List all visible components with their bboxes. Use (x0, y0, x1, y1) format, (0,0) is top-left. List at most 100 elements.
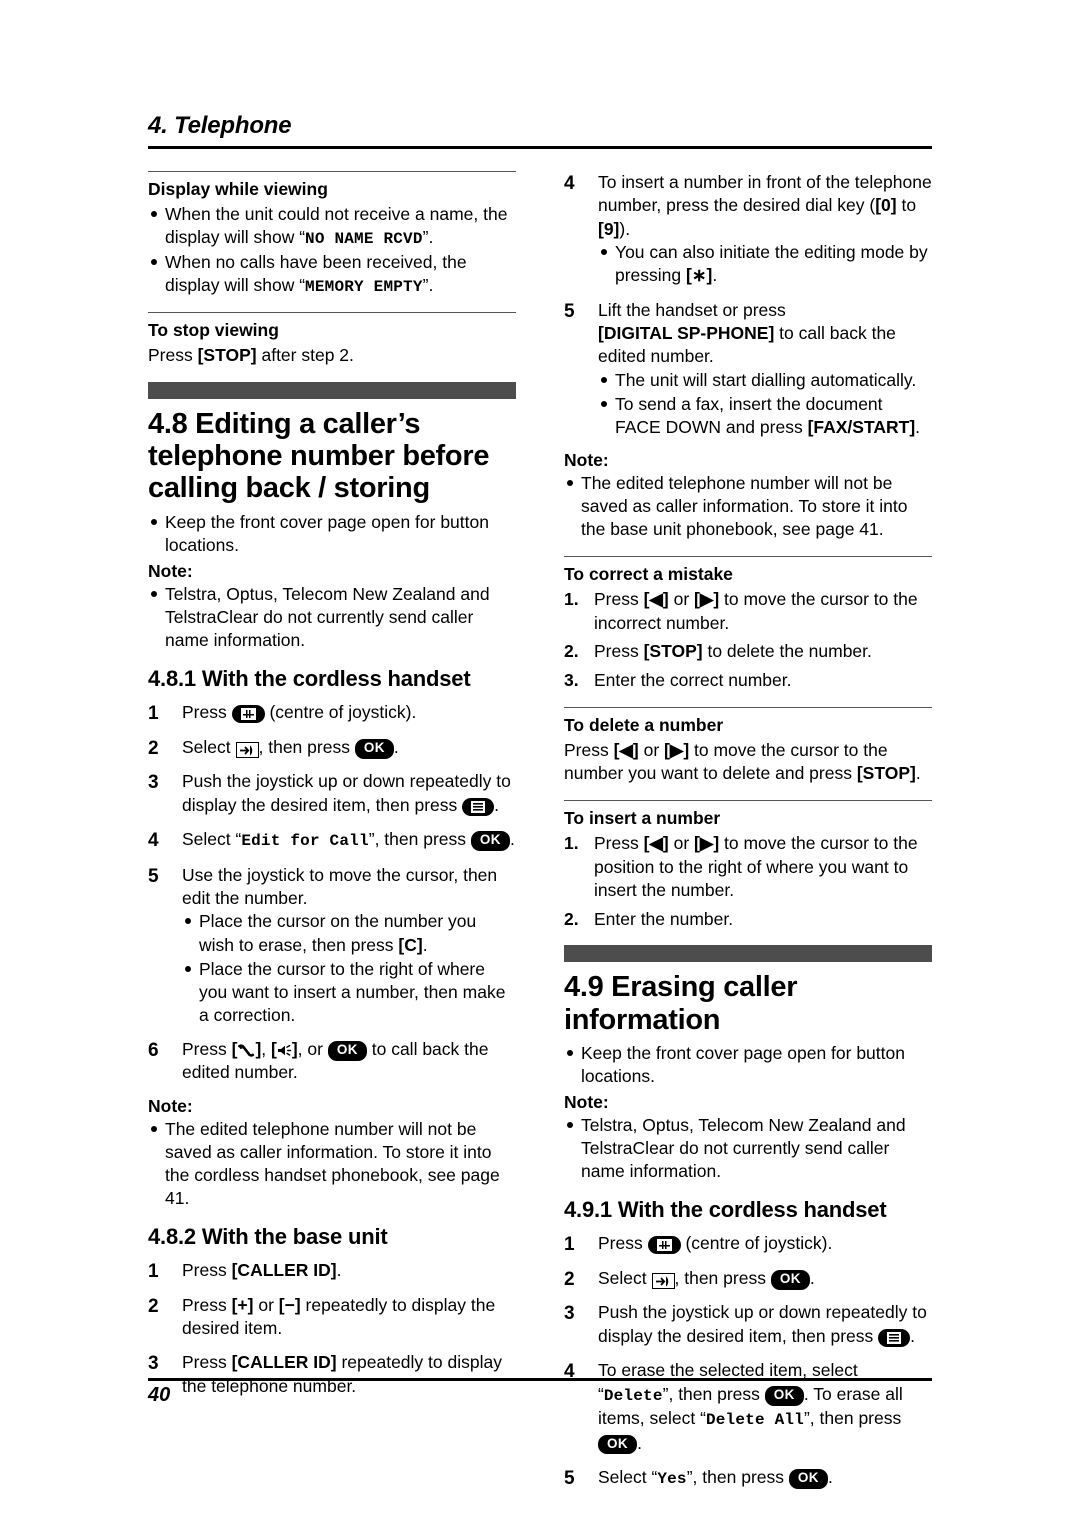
section-bar (564, 945, 932, 963)
menu-option-yes: Yes (657, 1469, 687, 1488)
step-text: ”, then press (686, 1466, 789, 1487)
step-number: 6 (148, 1039, 159, 1061)
step-number: 1. (564, 589, 579, 610)
menu-option-delete: Delete (603, 1386, 663, 1405)
section-491-title: 4.9.1 With the cordless handset (564, 1197, 887, 1223)
step-text: ”, then press (803, 1408, 902, 1429)
divider (148, 312, 516, 314)
arrow-left-key-icon[interactable]: [◀] (644, 589, 669, 609)
step-item: 1 Press [CALLER ID]. (148, 1259, 516, 1282)
ok-button-icon[interactable]: OK (770, 1269, 810, 1290)
menu-button-icon[interactable] (878, 1328, 911, 1347)
talk-handset-key[interactable]: [] (232, 1039, 262, 1059)
step-text-end: . (494, 794, 500, 815)
list-item: You can also initiate the editing mode b… (598, 241, 932, 287)
speakerphone-key[interactable]: [] (271, 1039, 298, 1059)
step-item: 3 Push the joystick up or down repeatedly… (148, 770, 516, 817)
step-number: 3 (148, 1353, 159, 1375)
right-column: 4 To insert a number in front of the tele… (564, 171, 932, 1501)
step-text: Lift the handset or press (598, 299, 786, 320)
section-481-title: 4.8.1 With the cordless handset (148, 666, 471, 692)
ok-button-icon[interactable]: OK (788, 1468, 828, 1489)
ok-button-icon[interactable]: OK (598, 1434, 638, 1455)
caller-list-icon[interactable] (651, 1272, 675, 1289)
ok-button-icon[interactable]: OK (327, 1040, 367, 1061)
list-item: To send a fax, insert the document FACE … (598, 393, 932, 439)
arrow-left-key-icon[interactable]: [◀] (644, 833, 669, 853)
step-number: 1 (564, 1234, 575, 1256)
header-divider (148, 146, 932, 149)
text-fragment: Press (564, 740, 614, 761)
ok-button-icon[interactable]: OK (354, 738, 394, 759)
display-while-viewing-heading: Display while viewing (148, 179, 328, 199)
step-text: Press (598, 1233, 648, 1254)
dial-key-0: [0] (875, 195, 897, 216)
step-text-end: to delete the number. (702, 641, 872, 662)
step5-subbullets: The unit will start dialling automatical… (598, 369, 932, 439)
step-item: 5 Lift the handset or press [DIGITAL SP-P… (564, 299, 932, 440)
caller-id-key: [CALLER ID] (231, 1352, 337, 1373)
list-item: The edited telephone number will not be … (148, 1118, 516, 1210)
step-number: 2 (148, 1295, 159, 1317)
step-item: 2 Select , then press OK. (148, 736, 516, 759)
step-item: 3. Enter the correct number. (564, 669, 932, 692)
step-text: Enter the correct number. (594, 669, 792, 690)
to-delete-a-number-heading: To delete a number (564, 715, 724, 736)
step-text: ”, then press (662, 1383, 765, 1404)
step-item: 2. Press [STOP] to delete the number. (564, 640, 932, 663)
dial-key-9: [9] (598, 218, 620, 239)
step-text: Enter the number. (594, 908, 734, 929)
divider (564, 556, 932, 558)
step-text: Press (182, 1260, 232, 1281)
step4-subbullets: You can also initiate the editing mode b… (598, 241, 932, 287)
step-item: 5 Select “Yes”, then press OK. (564, 1466, 932, 1490)
step-number: 4 (564, 173, 575, 194)
step-number: 3 (148, 772, 159, 794)
display-text-value: MEMORY EMPTY (305, 278, 423, 297)
list-item: Keep the front cover page open for butto… (564, 1042, 932, 1088)
step-text: ”, then press (368, 829, 471, 850)
step5-subbullets: Place the cursor on the number you wish … (182, 910, 516, 1026)
step-number: 2 (148, 737, 159, 759)
arrow-left-key-icon[interactable]: [◀] (614, 740, 639, 760)
arrow-right-key-icon[interactable]: [▶] (664, 740, 689, 760)
caller-list-icon[interactable] (235, 741, 259, 758)
digital-sp-phone-key: [DIGITAL SP-PHONE] (598, 322, 775, 343)
step-item: 4 To erase the selected item, select “Del… (564, 1359, 932, 1455)
step-text-end: . (827, 1466, 833, 1487)
footer-divider (148, 1378, 932, 1381)
joystick-centre-icon[interactable] (647, 1236, 681, 1255)
bullet-text-end: . (915, 417, 921, 437)
bullet-text: You can also initiate the editing mode b… (615, 242, 928, 286)
joystick-centre-icon[interactable] (231, 705, 265, 724)
section-49-bullets: Keep the front cover page open for butto… (564, 1042, 932, 1088)
step-item: 3 Push the joystick up or down repeatedly… (564, 1301, 932, 1348)
text-fragment: or (638, 740, 665, 761)
text-fragment: . (915, 763, 921, 784)
ok-button-icon[interactable]: OK (470, 831, 510, 851)
bullet-text-end: ”. (422, 227, 434, 248)
step-number: 1 (148, 703, 159, 725)
step-text: or (668, 589, 695, 610)
stop-key: [STOP] (197, 345, 257, 366)
bullet-text: The unit will start dialling automatical… (615, 369, 917, 390)
stop-key: [STOP] (856, 763, 916, 784)
step-text-end: . (809, 1267, 815, 1288)
step-text: Press (182, 1352, 232, 1373)
menu-button-icon[interactable] (462, 797, 495, 816)
ok-button-icon[interactable]: OK (764, 1385, 804, 1406)
stop-key: [STOP] (643, 641, 703, 662)
bullet-text-end: . (422, 934, 428, 955)
left-column: Display while viewing When the unit coul… (148, 171, 516, 1501)
arrow-right-key-icon[interactable]: [▶] (694, 589, 719, 609)
section-bar (148, 381, 516, 399)
section-48-note-bullets: Telstra, Optus, Telecom New Zealand and … (148, 583, 516, 652)
step-item: 2 Press [+] or [−] repeatedly to display … (148, 1294, 516, 1341)
step-item: 1 Press (centre of joystick). (564, 1232, 932, 1255)
arrow-right-key-icon[interactable]: [▶] (694, 833, 719, 853)
step-text: Select “ (598, 1466, 658, 1487)
list-item: Place the cursor on the number you wish … (182, 910, 516, 956)
step-text: Select (598, 1267, 652, 1288)
to-insert-a-number-heading: To insert a number (564, 808, 721, 829)
step-number: 3 (564, 1303, 575, 1325)
